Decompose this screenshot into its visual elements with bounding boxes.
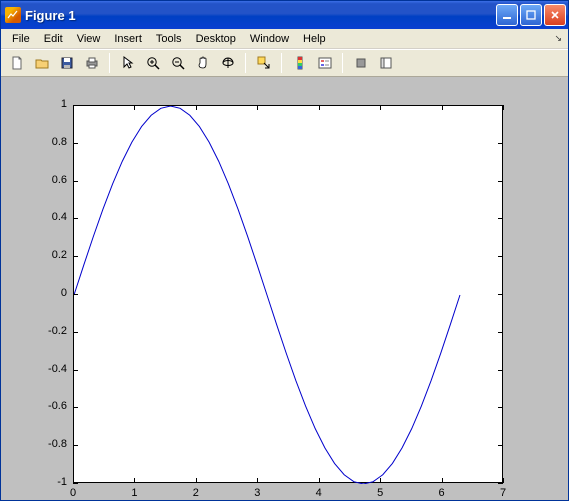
y-tick: [73, 332, 78, 333]
x-tick: [196, 105, 197, 110]
figure-canvas[interactable]: -1-0.8-0.6-0.4-0.200.20.40.60.8101234567: [1, 77, 568, 500]
y-tick: [498, 370, 503, 371]
x-tick: [503, 478, 504, 483]
hide-plot-tools-icon[interactable]: [349, 52, 372, 74]
zoom-out-icon[interactable]: [166, 52, 189, 74]
y-tick: [73, 143, 78, 144]
window-controls: [496, 4, 566, 26]
x-tick-label: 6: [432, 487, 452, 499]
toolbar-separator: [109, 53, 110, 73]
minimize-button[interactable]: [496, 4, 518, 26]
y-tick: [498, 407, 503, 408]
menu-edit[interactable]: Edit: [37, 31, 70, 47]
y-tick: [498, 181, 503, 182]
y-tick: [73, 370, 78, 371]
zoom-in-icon[interactable]: [141, 52, 164, 74]
y-tick-label: 0: [39, 287, 67, 299]
maximize-button[interactable]: [520, 4, 542, 26]
y-tick-label: 0.2: [39, 249, 67, 261]
x-tick: [134, 478, 135, 483]
x-tick: [257, 478, 258, 483]
rotate-3d-icon[interactable]: [216, 52, 239, 74]
matlab-icon: [5, 7, 21, 23]
y-tick-label: 0.4: [39, 211, 67, 223]
toolbar-separator: [245, 53, 246, 73]
menu-window[interactable]: Window: [243, 31, 296, 47]
y-tick: [73, 407, 78, 408]
x-tick: [319, 478, 320, 483]
x-tick: [380, 478, 381, 483]
x-tick: [503, 105, 504, 110]
x-tick-label: 0: [63, 487, 83, 499]
y-tick: [498, 445, 503, 446]
axes[interactable]: [73, 105, 503, 483]
x-tick: [73, 478, 74, 483]
close-button[interactable]: [544, 4, 566, 26]
titlebar[interactable]: Figure 1: [1, 1, 568, 29]
y-tick: [498, 143, 503, 144]
insert-legend-icon[interactable]: [313, 52, 336, 74]
series-line: [74, 106, 460, 484]
menu-help[interactable]: Help: [296, 31, 333, 47]
x-tick: [73, 105, 74, 110]
y-tick-label: -0.4: [39, 363, 67, 375]
window-title: Figure 1: [25, 8, 496, 23]
menu-tools[interactable]: Tools: [149, 31, 189, 47]
dock-toggle-icon[interactable]: ↘: [554, 33, 562, 44]
y-tick: [498, 483, 503, 484]
y-tick-label: 1: [39, 98, 67, 110]
menu-file[interactable]: File: [5, 31, 37, 47]
toolbar: [1, 49, 568, 77]
menu-view[interactable]: View: [70, 31, 108, 47]
y-tick: [498, 256, 503, 257]
x-tick: [442, 105, 443, 110]
show-plot-tools-icon[interactable]: [374, 52, 397, 74]
y-tick: [73, 294, 78, 295]
x-tick-label: 1: [124, 487, 144, 499]
y-tick-label: 0.6: [39, 174, 67, 186]
x-tick: [380, 105, 381, 110]
y-tick-label: -0.2: [39, 325, 67, 337]
y-tick-label: -0.6: [39, 400, 67, 412]
y-tick: [498, 294, 503, 295]
y-tick: [73, 445, 78, 446]
y-tick: [498, 218, 503, 219]
y-tick: [498, 332, 503, 333]
y-tick-label: 0.8: [39, 136, 67, 148]
x-tick-label: 5: [370, 487, 390, 499]
x-tick-label: 7: [493, 487, 513, 499]
x-tick: [319, 105, 320, 110]
menu-insert[interactable]: Insert: [107, 31, 149, 47]
data-cursor-icon[interactable]: [252, 52, 275, 74]
insert-colorbar-icon[interactable]: [288, 52, 311, 74]
open-file-icon[interactable]: [30, 52, 53, 74]
menu-desktop[interactable]: Desktop: [189, 31, 243, 47]
x-tick: [134, 105, 135, 110]
menubar: File Edit View Insert Tools Desktop Wind…: [1, 29, 568, 49]
y-tick-label: -0.8: [39, 438, 67, 450]
y-tick: [73, 256, 78, 257]
toolbar-separator: [342, 53, 343, 73]
save-icon[interactable]: [55, 52, 78, 74]
new-file-icon[interactable]: [5, 52, 28, 74]
pan-hand-icon[interactable]: [191, 52, 214, 74]
x-tick: [257, 105, 258, 110]
x-tick-label: 4: [309, 487, 329, 499]
line-plot: [74, 106, 504, 484]
y-tick: [73, 483, 78, 484]
arrow-select-icon[interactable]: [116, 52, 139, 74]
x-tick: [196, 478, 197, 483]
x-tick-label: 3: [247, 487, 267, 499]
figure-window: Figure 1 File Edit View Insert Tools Des…: [0, 0, 569, 501]
x-tick-label: 2: [186, 487, 206, 499]
x-tick: [442, 478, 443, 483]
y-tick: [73, 181, 78, 182]
print-icon[interactable]: [80, 52, 103, 74]
y-tick: [73, 218, 78, 219]
toolbar-separator: [281, 53, 282, 73]
